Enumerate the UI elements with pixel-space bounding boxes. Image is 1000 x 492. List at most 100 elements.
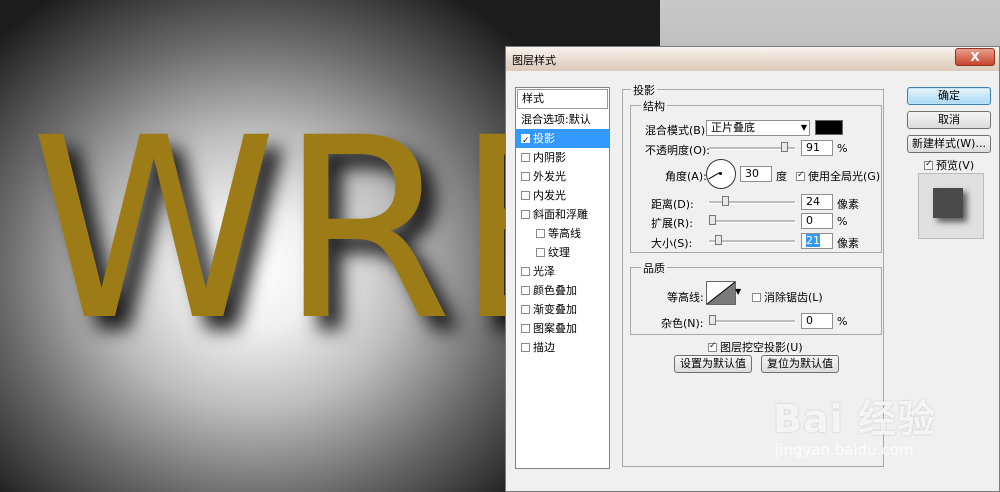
style-list-item[interactable]: 内阴影 xyxy=(516,148,609,167)
style-item-checkbox[interactable] xyxy=(521,152,530,162)
opacity-percent: % xyxy=(837,142,848,155)
blend-mode-label: 混合模式(B): xyxy=(645,124,709,137)
quality-title: 品质 xyxy=(641,260,667,276)
size-label: 大小(S): xyxy=(651,237,693,250)
style-item-label: 图案叠加 xyxy=(533,322,577,335)
opacity-label: 不透明度(O): xyxy=(645,144,710,157)
contour-picker[interactable] xyxy=(706,281,736,305)
style-item-label: 内发光 xyxy=(533,189,566,202)
knockout-label: 图层挖空投影(U) xyxy=(720,341,803,354)
style-item-label: 内阴影 xyxy=(533,151,566,164)
style-list-item[interactable]: 外发光 xyxy=(516,167,609,186)
style-item-label: 投影 xyxy=(533,132,555,145)
style-list-item[interactable]: 等高线 xyxy=(516,224,609,243)
style-item-checkbox[interactable] xyxy=(521,266,530,276)
style-item-label: 描边 xyxy=(533,341,555,354)
reset-default-button[interactable]: 复位为默认值 xyxy=(761,355,839,373)
distance-input[interactable]: 24 xyxy=(801,194,833,210)
spread-input[interactable]: 0 xyxy=(801,213,833,229)
style-item-checkbox[interactable] xyxy=(521,342,530,352)
size-unit: 像素 xyxy=(837,237,859,250)
style-item-checkbox[interactable] xyxy=(521,323,530,333)
style-list-header[interactable]: 样式 xyxy=(517,89,608,109)
spread-percent: % xyxy=(837,215,848,228)
style-item-checkbox[interactable] xyxy=(521,190,530,200)
contour-dropdown-icon[interactable]: ▼ xyxy=(735,287,741,296)
style-item-checkbox[interactable] xyxy=(521,304,530,314)
size-slider-thumb[interactable] xyxy=(715,235,722,245)
opacity-slider[interactable] xyxy=(709,142,795,152)
angle-unit: 度 xyxy=(776,170,787,183)
style-list-item[interactable]: 描边 xyxy=(516,338,609,357)
style-list-item[interactable]: 内发光 xyxy=(516,186,609,205)
size-input[interactable]: 21 xyxy=(801,233,833,249)
knockout-toggle[interactable]: 图层挖空投影(U) xyxy=(708,339,803,355)
angle-input[interactable]: 30 xyxy=(740,166,772,182)
style-item-checkbox[interactable] xyxy=(536,228,545,238)
noise-input[interactable]: 0 xyxy=(801,313,833,329)
contour-curve-icon xyxy=(707,282,735,304)
canvas-gray-area xyxy=(660,0,1000,46)
style-preview-thumbnail xyxy=(918,173,984,239)
size-value-selected: 21 xyxy=(806,234,820,247)
anti-alias-label: 消除锯齿(L) xyxy=(764,291,823,304)
drop-shadow-title: 投影 xyxy=(631,82,657,98)
spread-label: 扩展(R): xyxy=(651,217,693,230)
style-list-item[interactable]: 纹理 xyxy=(516,243,609,262)
anti-alias-toggle[interactable]: 消除锯齿(L) xyxy=(752,289,823,305)
distance-label: 距离(D): xyxy=(651,198,694,211)
style-list-item[interactable]: 渐变叠加 xyxy=(516,300,609,319)
new-style-button[interactable]: 新建样式(W)... xyxy=(907,135,991,153)
blend-mode-select[interactable]: 正片叠底 ▼ xyxy=(706,120,810,136)
style-item-checkbox[interactable] xyxy=(536,247,545,257)
anti-alias-checkbox[interactable] xyxy=(752,292,761,302)
baidu-watermark-logo: Bai 经验 xyxy=(773,397,936,441)
style-list: 样式 混合选项:默认投影内阴影外发光内发光斜面和浮雕等高线纹理光泽颜色叠加渐变叠… xyxy=(515,87,610,469)
style-list-item[interactable]: 颜色叠加 xyxy=(516,281,609,300)
style-item-checkbox[interactable] xyxy=(521,285,530,295)
opacity-slider-thumb[interactable] xyxy=(781,142,788,152)
cancel-button[interactable]: 取消 xyxy=(907,111,991,129)
global-light-checkbox[interactable] xyxy=(796,170,805,181)
baidu-watermark-url: jingyan.baidu.com xyxy=(775,441,914,459)
opacity-input[interactable]: 91 xyxy=(801,140,833,156)
style-list-item[interactable]: 光泽 xyxy=(516,262,609,281)
make-default-button[interactable]: 设置为默认值 xyxy=(674,355,752,373)
noise-label: 杂色(N): xyxy=(661,317,704,330)
spread-slider[interactable] xyxy=(709,215,795,225)
noise-slider[interactable] xyxy=(709,315,795,325)
style-item-checkbox[interactable] xyxy=(521,132,530,151)
chevron-down-icon: ▼ xyxy=(800,123,807,132)
style-list-item[interactable]: 斜面和浮雕 xyxy=(516,205,609,224)
close-button[interactable]: X xyxy=(955,48,995,66)
style-item-label: 渐变叠加 xyxy=(533,303,577,316)
distance-slider[interactable] xyxy=(709,196,795,206)
preview-checkbox[interactable] xyxy=(924,159,933,170)
distance-slider-thumb[interactable] xyxy=(722,196,729,206)
style-item-checkbox[interactable] xyxy=(521,171,530,181)
style-item-label: 颜色叠加 xyxy=(533,284,577,297)
style-item-label: 纹理 xyxy=(548,246,570,259)
style-item-label: 外发光 xyxy=(533,170,566,183)
style-item-label: 混合选项:默认 xyxy=(521,113,591,126)
style-item-checkbox[interactable] xyxy=(521,209,530,219)
global-light-toggle[interactable]: 使用全局光(G) xyxy=(796,168,880,184)
distance-unit: 像素 xyxy=(837,198,859,211)
ok-button[interactable]: 确定 xyxy=(907,87,991,105)
preview-shape xyxy=(933,188,963,218)
style-item-label: 等高线 xyxy=(548,227,581,240)
size-slider[interactable] xyxy=(709,235,795,245)
preview-toggle[interactable]: 预览(V) xyxy=(924,157,974,173)
preview-label: 预览(V) xyxy=(936,159,975,172)
spread-slider-thumb[interactable] xyxy=(709,215,716,225)
noise-slider-thumb[interactable] xyxy=(709,315,716,325)
angle-label: 角度(A): xyxy=(665,170,707,183)
shadow-color-swatch[interactable] xyxy=(815,120,843,135)
style-list-item[interactable]: 投影 xyxy=(516,129,609,151)
global-light-label: 使用全局光(G) xyxy=(808,170,881,183)
dialog-titlebar[interactable]: 图层样式 X xyxy=(506,47,999,71)
style-list-item[interactable]: 图案叠加 xyxy=(516,319,609,338)
style-list-item[interactable]: 混合选项:默认 xyxy=(516,110,609,129)
knockout-checkbox[interactable] xyxy=(708,341,717,352)
angle-dial[interactable] xyxy=(706,159,736,189)
